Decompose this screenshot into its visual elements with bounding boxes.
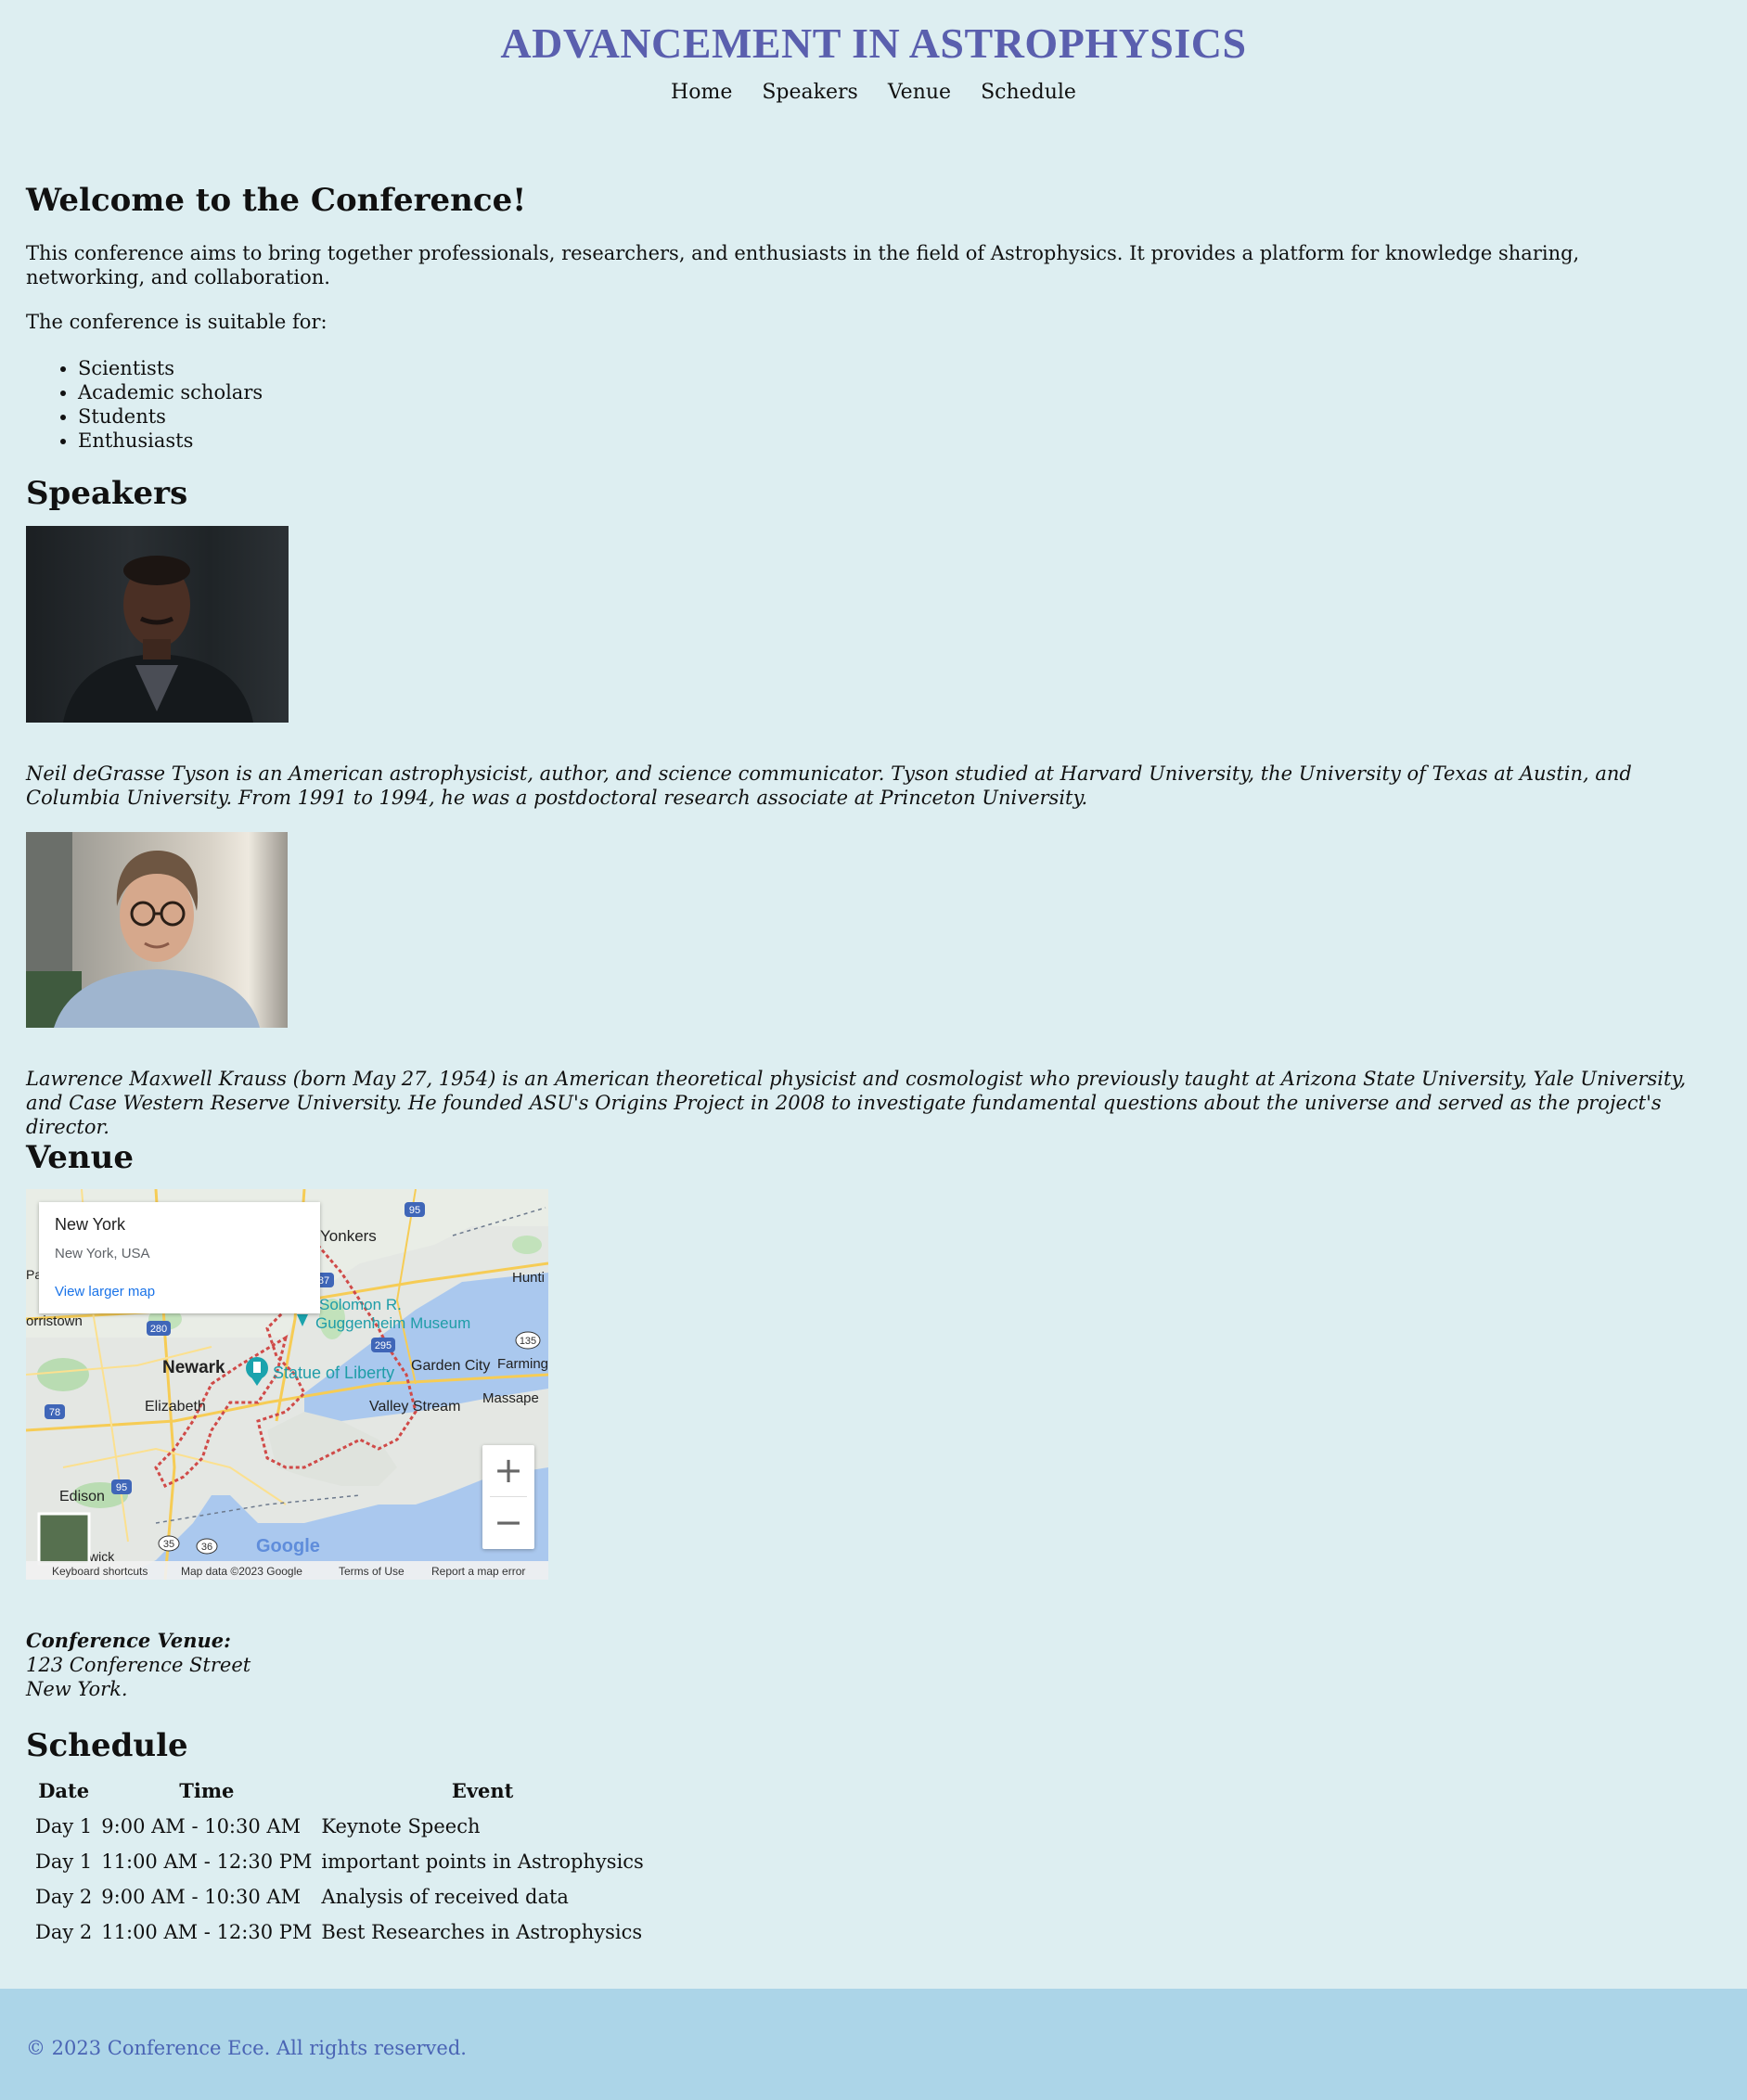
highway-shield: 95 (116, 1482, 127, 1493)
list-item: Enthusiasts (78, 429, 263, 453)
highway-shield: 280 (150, 1324, 167, 1335)
table-cell: important points in Astrophysics (321, 1850, 644, 1873)
map-label: Newark (162, 1358, 225, 1377)
map-terms-link[interactable]: Terms of Use (339, 1565, 405, 1578)
list-item: Academic scholars (78, 380, 263, 404)
zoom-out-button[interactable]: − (482, 1497, 534, 1548)
table-cell: Best Researches in Astrophysics (321, 1921, 643, 1943)
map-label: Elizabeth (145, 1399, 206, 1415)
map-report-error-link[interactable]: Report a map error (431, 1565, 525, 1578)
schedule-heading: Schedule (26, 1727, 188, 1764)
column-header-date: Date (38, 1779, 90, 1802)
venue-map[interactable]: Yonkers Newark Elizabeth Garden City Val… (26, 1189, 548, 1580)
nav-home[interactable]: Home (671, 81, 732, 104)
column-header-event: Event (451, 1779, 514, 1802)
map-card-subtitle: New York, USA (55, 1246, 150, 1261)
highway-shield: 95 (409, 1205, 420, 1216)
table-cell: Analysis of received data (321, 1886, 569, 1908)
map-label: Garden City (411, 1358, 490, 1374)
venue-heading: Venue (26, 1139, 134, 1176)
venue-address: Conference Venue: 123 Conference Street … (26, 1629, 250, 1701)
speaker-bio-krauss: Lawrence Maxwell Krauss (born May 27, 19… (26, 1068, 1687, 1138)
table-cell: 11:00 AM - 12:30 PM (101, 1850, 313, 1873)
audience-list: Scientists Academic scholars Students En… (26, 356, 263, 453)
table-cell: 9:00 AM - 10:30 AM (101, 1815, 302, 1838)
table-cell: Day 2 (35, 1921, 93, 1943)
nav-venue[interactable]: Venue (888, 81, 951, 104)
map-label: Statue of Liberty (273, 1364, 394, 1382)
table-row: Day 1 9:00 AM - 10:30 AM Keynote Speech (35, 1812, 644, 1841)
nav-schedule[interactable]: Schedule (981, 81, 1076, 104)
welcome-heading: Welcome to the Conference! (26, 182, 527, 219)
map-label: Yonkers (320, 1227, 377, 1245)
table-cell: Day 2 (35, 1886, 93, 1908)
google-logo: Google (256, 1536, 320, 1556)
site-title: ADVANCEMENT IN ASTROPHYSICS (500, 19, 1247, 67)
map-label: orristown (26, 1313, 83, 1329)
highway-shield: 295 (375, 1340, 392, 1351)
map-label: Hunti (512, 1270, 545, 1286)
venue-address-line2: New York. (26, 1678, 128, 1700)
table-cell: Day 1 (35, 1815, 93, 1838)
highway-shield: 135 (520, 1336, 536, 1347)
speaker-photo-krauss (26, 832, 288, 1028)
highway-shield: 35 (163, 1539, 174, 1550)
nav-speakers[interactable]: Speakers (762, 81, 857, 104)
table-cell: Keynote Speech (321, 1815, 481, 1838)
map-info-card: New York New York, USA View larger map (39, 1202, 320, 1313)
map-card-title: New York (55, 1215, 126, 1234)
speakers-heading: Speakers (26, 475, 188, 512)
schedule-table: Date Time Event Day 1 9:00 AM - 10:30 AM… (26, 1773, 653, 1953)
map-label: Edison (59, 1489, 105, 1505)
site-footer: © 2023 Conference Ece. All rights reserv… (0, 1989, 1747, 2100)
highway-shield: 78 (49, 1407, 60, 1418)
map-label: Guggenheim Museum (315, 1314, 470, 1332)
table-cell: 9:00 AM - 10:30 AM (101, 1886, 302, 1908)
main-nav: Home Speakers Venue Schedule (0, 81, 1747, 104)
speaker-photo-tyson (26, 526, 289, 723)
map-label: Farming (497, 1356, 548, 1372)
map-label: Massape (482, 1390, 539, 1406)
map-label: Solomon R. (319, 1296, 402, 1313)
map-keyboard-shortcuts[interactable]: Keyboard shortcuts (52, 1565, 148, 1578)
site-header: ADVANCEMENT IN ASTROPHYSICS Home Speaker… (0, 0, 1747, 104)
copyright-text: © 2023 Conference Ece. All rights reserv… (26, 2037, 467, 2059)
view-larger-map-link[interactable]: View larger map (55, 1284, 155, 1300)
table-cell: Day 1 (35, 1850, 93, 1873)
table-header-row: Date Time Event (35, 1779, 644, 1806)
table-row: Day 2 9:00 AM - 10:30 AM Analysis of rec… (35, 1882, 644, 1912)
venue-label: Conference Venue: (26, 1629, 231, 1652)
zoom-in-button[interactable]: + (482, 1445, 534, 1496)
map-data-attribution: Map data ©2023 Google (181, 1565, 302, 1578)
venue-address-line1: 123 Conference Street (26, 1654, 251, 1676)
column-header-time: Time (179, 1779, 235, 1802)
table-row: Day 2 11:00 AM - 12:30 PM Best Researche… (35, 1917, 644, 1947)
map-label: Valley Stream (369, 1399, 460, 1415)
table-cell: 11:00 AM - 12:30 PM (101, 1921, 313, 1943)
speaker-bio-tyson: Neil deGrasse Tyson is an American astro… (26, 762, 1632, 809)
highway-shield: 36 (201, 1542, 212, 1553)
list-item: Scientists (78, 356, 263, 380)
map-type-toggle[interactable] (37, 1512, 91, 1566)
table-row: Day 1 11:00 AM - 12:30 PM important poin… (35, 1847, 644, 1876)
map-zoom-controls: + − (482, 1445, 534, 1549)
intro-paragraph: This conference aims to bring together p… (26, 242, 1580, 288)
list-item: Students (78, 404, 263, 429)
suitable-for-text: The conference is suitable for: (26, 311, 328, 333)
